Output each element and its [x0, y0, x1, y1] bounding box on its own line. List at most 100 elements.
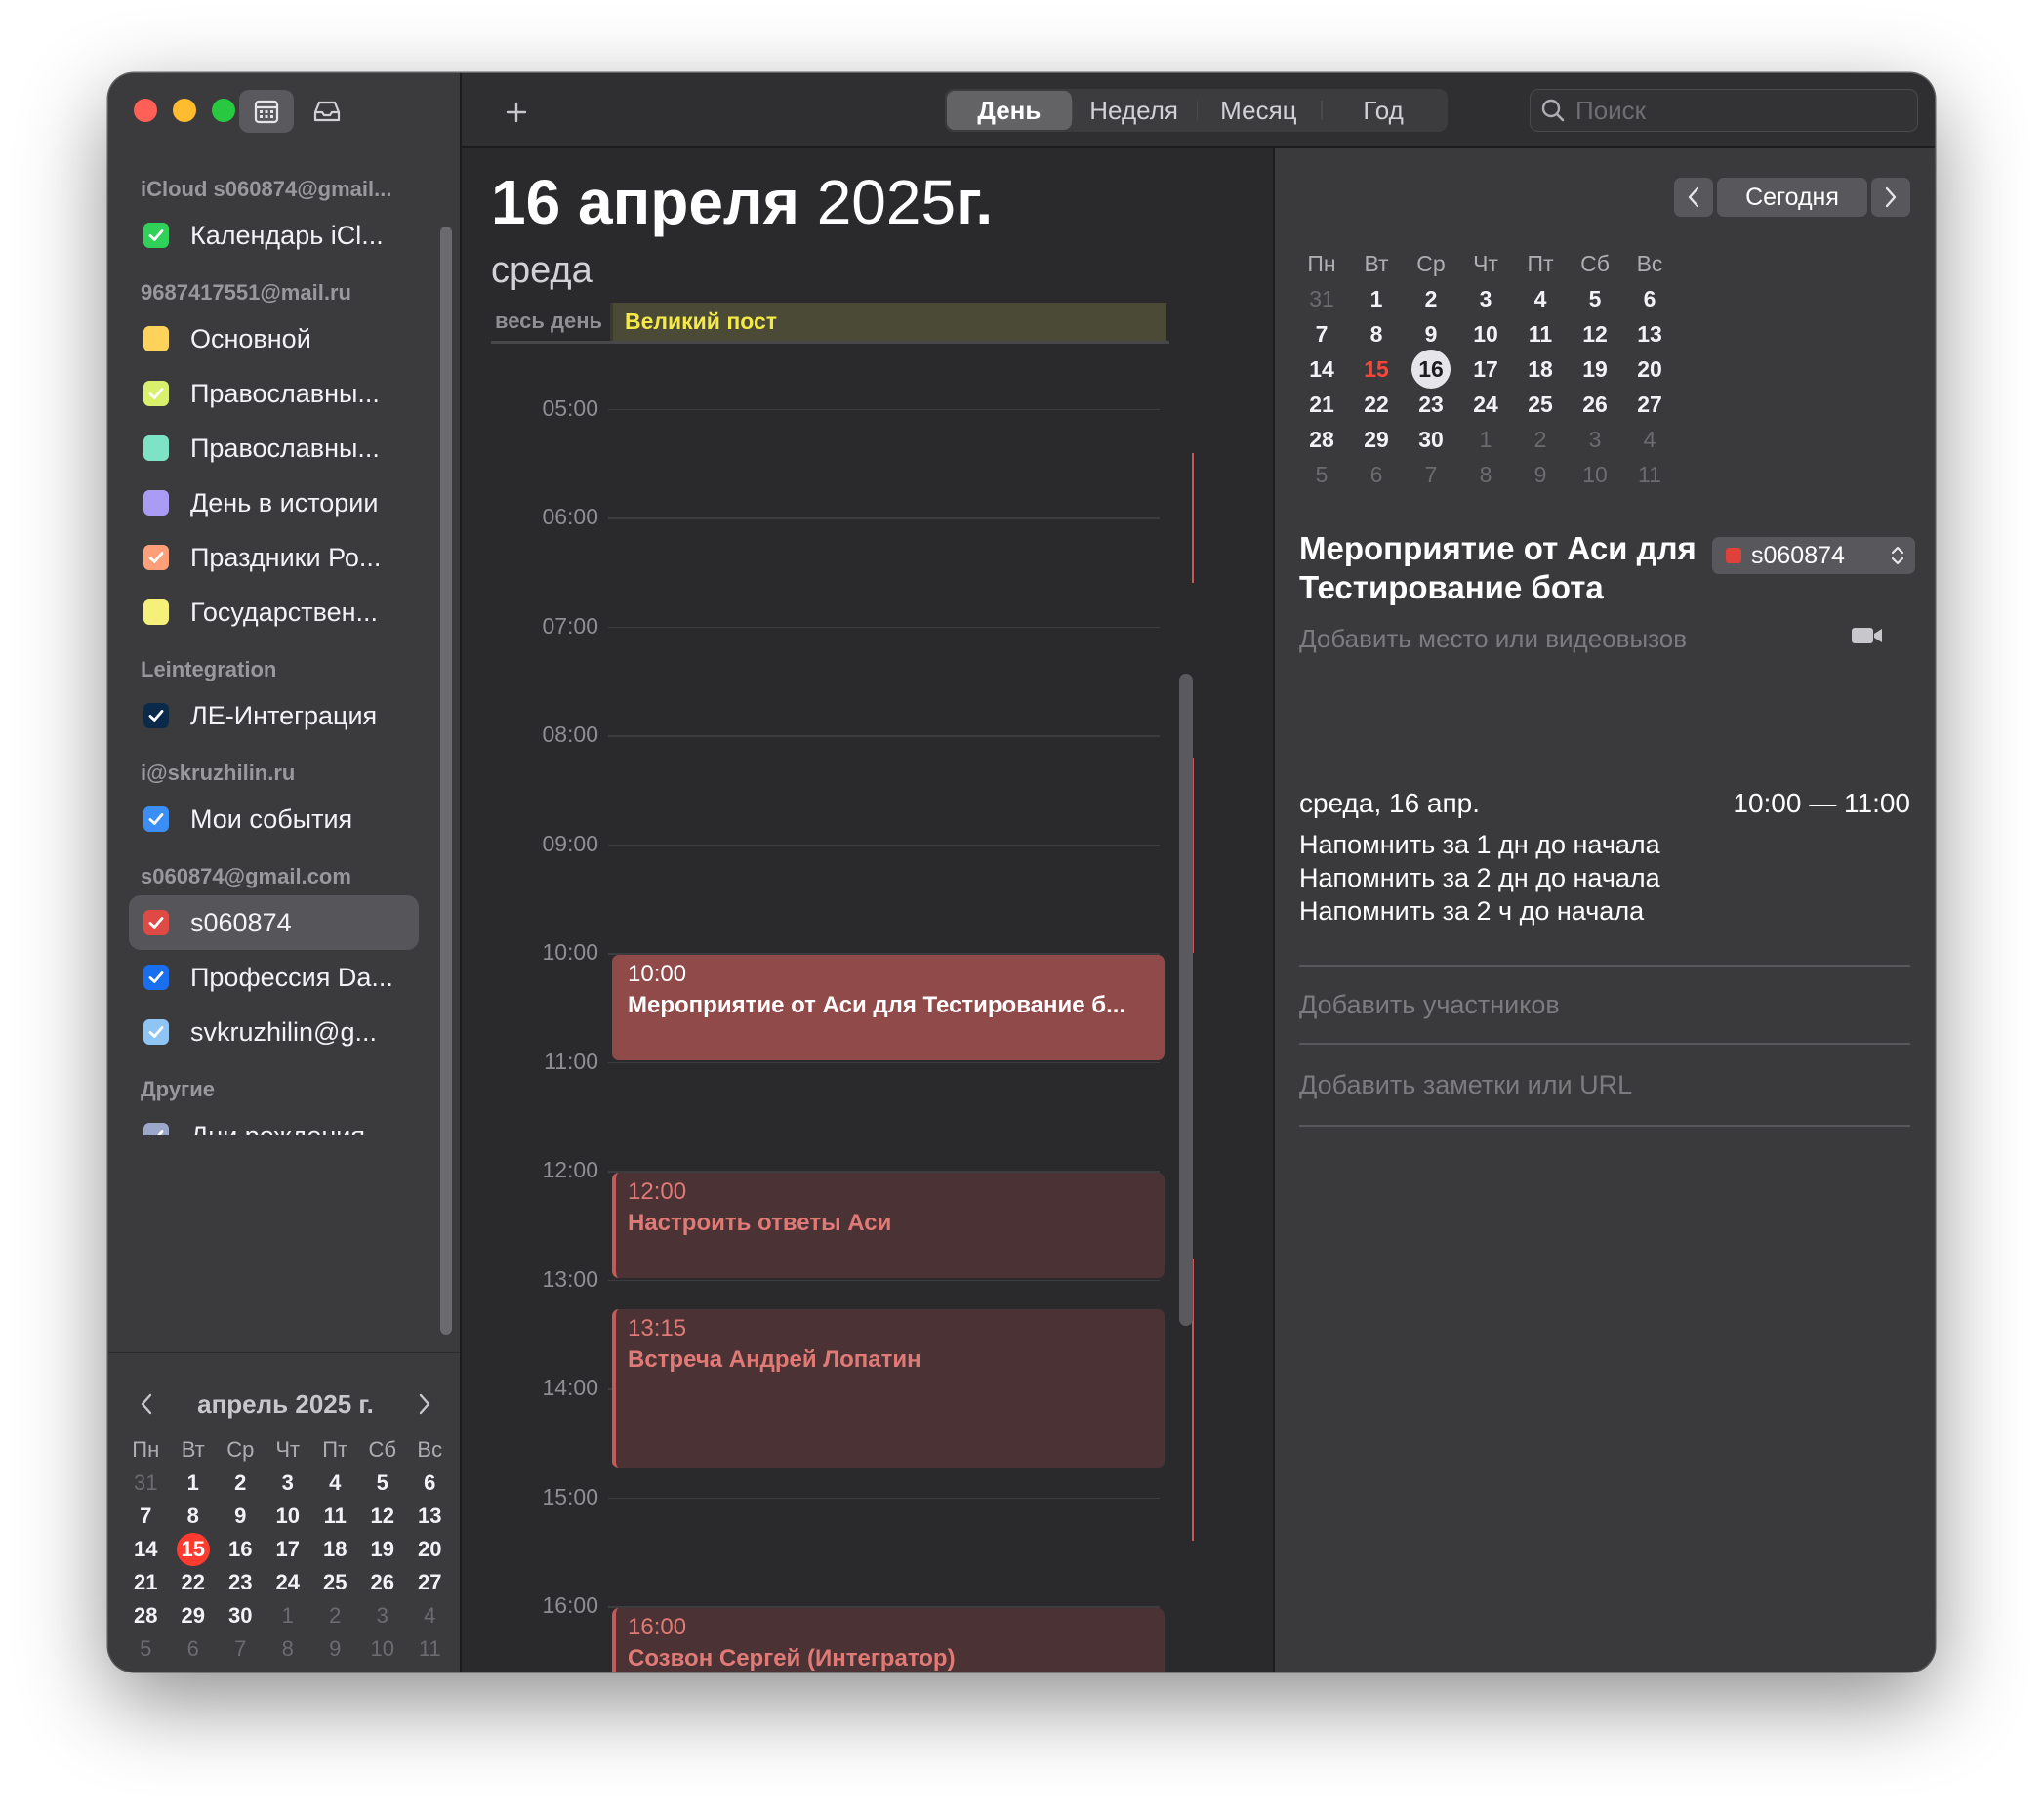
calendar-day[interactable]: 23	[1404, 387, 1458, 422]
calendar-day[interactable]: 9	[311, 1632, 359, 1666]
sidebar-calendar-item[interactable]: Календарь iCl...	[129, 208, 419, 263]
view-year-tab[interactable]: Год	[1321, 91, 1446, 130]
next-day-button[interactable]	[1871, 178, 1910, 217]
calendar-day[interactable]: 16	[1404, 350, 1458, 389]
calendar-day[interactable]: 20	[406, 1533, 454, 1566]
calendar-day[interactable]: 2	[1513, 422, 1568, 457]
calendar-day[interactable]: 29	[170, 1599, 218, 1632]
checkbox-checked-icon[interactable]	[143, 965, 169, 990]
event-calendar-select[interactable]: s060874	[1712, 537, 1915, 574]
calendar-day[interactable]: 5	[1568, 281, 1622, 316]
sidebar-calendar-item[interactable]: Православны...	[129, 366, 419, 421]
calendar-day[interactable]: 13	[406, 1500, 454, 1533]
checkbox-checked-icon[interactable]	[143, 223, 169, 248]
calendar-day[interactable]: 12	[1568, 316, 1622, 351]
inbox-button[interactable]	[300, 90, 354, 133]
calendar-day[interactable]: 27	[406, 1566, 454, 1599]
calendar-day[interactable]: 14	[1294, 351, 1349, 387]
sidebar-calendar-item[interactable]: s060874	[129, 895, 419, 950]
checkbox-icon[interactable]	[143, 490, 169, 516]
calendar-day[interactable]: 5	[1294, 457, 1349, 492]
calendar-day[interactable]: 16	[217, 1533, 265, 1566]
sidebar-calendar-item[interactable]: Основной	[129, 311, 419, 366]
calendar-day[interactable]: 24	[265, 1566, 312, 1599]
zoom-button[interactable]	[212, 99, 235, 122]
calendar-day[interactable]: 25	[311, 1566, 359, 1599]
calendar-day[interactable]: 28	[1294, 422, 1349, 457]
calendar-list-toggle[interactable]	[239, 90, 294, 133]
checkbox-icon[interactable]	[143, 435, 169, 461]
calendar-day[interactable]: 11	[1513, 316, 1568, 351]
calendar-day[interactable]: 10	[265, 1500, 312, 1533]
calendar-day[interactable]: 7	[217, 1632, 265, 1666]
calendar-day[interactable]: 4	[406, 1599, 454, 1632]
calendar-day[interactable]: 8	[170, 1500, 218, 1533]
calendar-day[interactable]: 12	[359, 1500, 407, 1533]
event-reminders[interactable]: Напомнить за 1 дн до начала Напомнить за…	[1299, 828, 1660, 928]
calendar-day[interactable]: 2	[217, 1466, 265, 1500]
location-field[interactable]: Добавить место или видеовызов	[1299, 624, 1687, 654]
calendar-day[interactable]: 9	[1513, 457, 1568, 492]
calendar-day[interactable]: 5	[122, 1632, 170, 1666]
calendar-day[interactable]: 1	[1458, 422, 1513, 457]
mini-next-month-button[interactable]	[411, 1390, 438, 1418]
calendar-day[interactable]: 10	[1458, 316, 1513, 351]
calendar-day[interactable]: 21	[122, 1566, 170, 1599]
calendar-day[interactable]: 22	[170, 1566, 218, 1599]
calendar-day[interactable]: 4	[1622, 422, 1677, 457]
calendar-day[interactable]: 18	[1513, 351, 1568, 387]
calendar-day[interactable]: 3	[359, 1599, 407, 1632]
sidebar-calendar-item[interactable]: День в истории	[129, 475, 419, 530]
calendar-day[interactable]: 7	[122, 1500, 170, 1533]
calendar-day[interactable]: 20	[1622, 351, 1677, 387]
calendar-day[interactable]: 6	[406, 1466, 454, 1500]
calendar-day[interactable]: 8	[265, 1632, 312, 1666]
invitees-field[interactable]: Добавить участников	[1299, 990, 1560, 1020]
calendar-day[interactable]: 5	[359, 1466, 407, 1500]
calendar-day[interactable]: 21	[1294, 387, 1349, 422]
calendar-day[interactable]: 17	[1458, 351, 1513, 387]
calendar-day[interactable]: 3	[265, 1466, 312, 1500]
checkbox-checked-icon[interactable]	[143, 806, 169, 832]
checkbox-icon[interactable]	[143, 326, 169, 351]
calendar-day[interactable]: 18	[311, 1533, 359, 1566]
view-month-tab[interactable]: Месяц	[1196, 91, 1322, 130]
calendar-day[interactable]: 14	[122, 1533, 170, 1566]
event-date[interactable]: среда, 16 апр.	[1299, 788, 1480, 819]
calendar-day[interactable]: 26	[359, 1566, 407, 1599]
calendar-day[interactable]: 17	[265, 1533, 312, 1566]
calendar-day[interactable]: 2	[1404, 281, 1458, 316]
calendar-day[interactable]: 15	[170, 1533, 218, 1566]
calendar-day[interactable]: 23	[217, 1566, 265, 1599]
sidebar-calendar-item[interactable]: Праздники Ро...	[129, 530, 419, 585]
calendar-day[interactable]: 7	[1294, 316, 1349, 351]
checkbox-checked-icon[interactable]	[143, 1019, 169, 1045]
search-input[interactable]	[1575, 95, 1907, 126]
calendar-day[interactable]: 4	[1513, 281, 1568, 316]
calendar-day[interactable]: 29	[1349, 422, 1404, 457]
calendar-day[interactable]: 11	[1622, 457, 1677, 492]
sidebar-calendar-item[interactable]: Государствен...	[129, 585, 419, 640]
calendar-event[interactable]: 12:00 Настроить ответы Аси	[612, 1173, 1165, 1278]
calendar-day[interactable]: 2	[311, 1599, 359, 1632]
calendar-day[interactable]: 6	[1622, 281, 1677, 316]
calendar-day[interactable]: 9	[217, 1500, 265, 1533]
mini-prev-month-button[interactable]	[133, 1390, 160, 1418]
checkbox-checked-icon[interactable]	[143, 910, 169, 935]
calendar-day[interactable]: 30	[1404, 422, 1458, 457]
add-event-button[interactable]	[497, 93, 536, 132]
checkbox-checked-icon[interactable]	[143, 545, 169, 570]
calendar-day[interactable]: 24	[1458, 387, 1513, 422]
calendar-event[interactable]: 13:15 Встреча Андрей Лопатин	[612, 1308, 1165, 1469]
checkbox-checked-icon[interactable]	[143, 703, 169, 728]
sidebar-scrollbar[interactable]	[440, 227, 452, 1335]
previous-day-button[interactable]	[1674, 178, 1713, 217]
checkbox-checked-icon[interactable]	[143, 1123, 169, 1135]
calendar-day[interactable]: 19	[1568, 351, 1622, 387]
calendar-day[interactable]: 27	[1622, 387, 1677, 422]
calendar-day[interactable]: 1	[170, 1466, 218, 1500]
sidebar-calendar-item[interactable]: Дни рождения	[129, 1108, 419, 1135]
minimize-button[interactable]	[173, 99, 196, 122]
video-call-button[interactable]	[1851, 625, 1884, 651]
calendar-day[interactable]: 8	[1349, 316, 1404, 351]
